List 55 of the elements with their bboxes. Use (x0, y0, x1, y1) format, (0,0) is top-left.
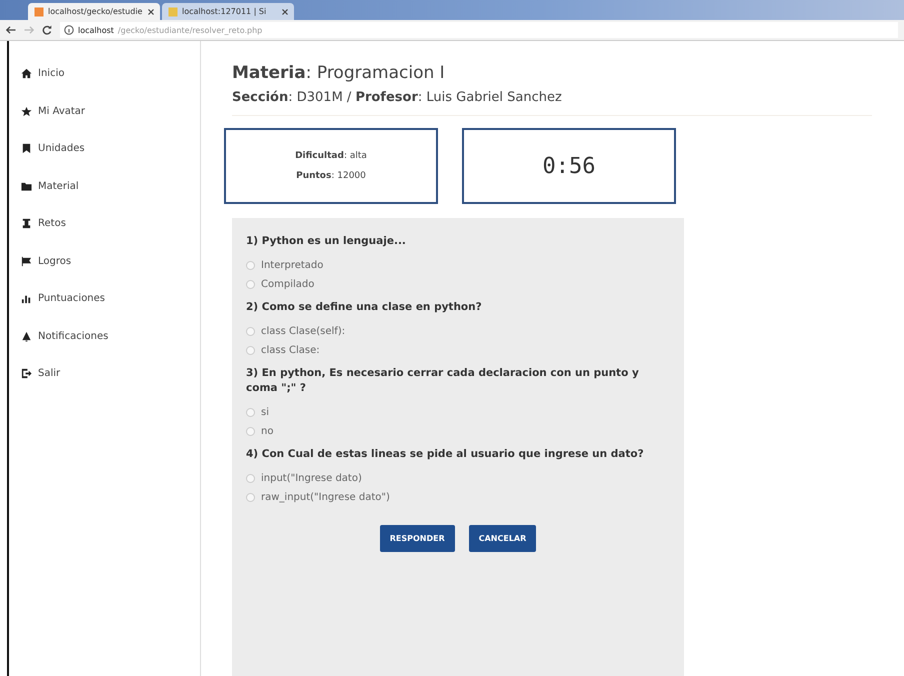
subject-title: Materia: Programacion I (232, 63, 446, 83)
answer-option[interactable]: input("Ingrese dato) (246, 472, 362, 484)
browser-tab[interactable]: localhost/gecko/estudie (28, 3, 160, 20)
section-info: Sección: D301M / Profesor: Luis Gabriel Sanchez (232, 90, 872, 116)
folder-icon (21, 180, 32, 192)
answer-option[interactable]: Interpretado (246, 260, 324, 271)
browser-tab[interactable]: localhost:127011 | Si (162, 3, 294, 20)
sidebar-item[interactable]: Puntuaciones (9, 280, 106, 318)
sidebar-item[interactable]: Retos (9, 205, 66, 242)
radio-button[interactable] (246, 492, 255, 502)
sidebar-item[interactable]: Salir (9, 355, 60, 392)
radio-button[interactable] (246, 280, 255, 289)
question-text: 4) Con Cual de estas lineas se pide al usuario que ingrese un dato? (246, 447, 645, 462)
flag-icon (21, 256, 32, 267)
answer-option[interactable]: no (246, 426, 274, 437)
close-icon[interactable] (148, 8, 154, 14)
timer-text: 0:56 (542, 154, 596, 178)
radio-button[interactable] (246, 474, 255, 483)
page-icon (34, 6, 44, 16)
radio-button[interactable] (246, 326, 255, 336)
answer-option[interactable]: si (246, 407, 269, 418)
star-icon (21, 106, 32, 117)
page-icon (168, 6, 178, 16)
question-text: 1) Python es un lenguaje... (246, 234, 407, 249)
cancel-button[interactable]: CANCELAR (468, 524, 536, 552)
radio-button[interactable] (246, 408, 255, 417)
question-text: 3) En python, Es necesario cerrar cada declaracion con un punto y coma ";" ? (246, 366, 640, 396)
sidebar-item[interactable]: Mi Avatar (9, 92, 86, 130)
answer-option[interactable]: class Clase(self): (246, 326, 346, 336)
sidebar-item[interactable]: Material (9, 168, 79, 205)
answer-option[interactable]: Compilado (246, 278, 314, 290)
answer-option[interactable]: class Clase: (246, 344, 320, 356)
sidebar-item[interactable]: Unidades (9, 130, 85, 168)
forward-icon[interactable] (24, 26, 34, 34)
answer-option[interactable]: raw_input("Ingrese dato") (246, 492, 390, 503)
address-field[interactable]: localhost /gecko/estudiante/resolver_reto.php (60, 22, 898, 38)
radio-button[interactable] (246, 346, 255, 354)
sidebar-item[interactable]: Inicio (9, 55, 64, 92)
reload-icon[interactable] (42, 25, 52, 35)
info-icon (64, 25, 74, 35)
sidebar-item[interactable]: Logros (9, 242, 72, 280)
bookmark-icon (21, 143, 32, 154)
radio-button[interactable] (246, 260, 255, 270)
respond-button[interactable]: RESPONDER (380, 524, 455, 552)
info-text: Dificultad: alta (295, 151, 367, 161)
bell-icon (21, 330, 32, 342)
radio-button[interactable] (246, 427, 255, 436)
exit-icon (21, 368, 32, 380)
close-icon[interactable] (282, 8, 288, 14)
chart-icon (21, 293, 32, 304)
back-icon[interactable] (6, 26, 16, 34)
home-icon (21, 68, 32, 80)
sidebar-item[interactable]: Notificaciones (9, 318, 108, 355)
info-text: Puntos: 12000 (296, 171, 366, 181)
question-text: 2) Como se define una clase en python? (246, 300, 483, 315)
